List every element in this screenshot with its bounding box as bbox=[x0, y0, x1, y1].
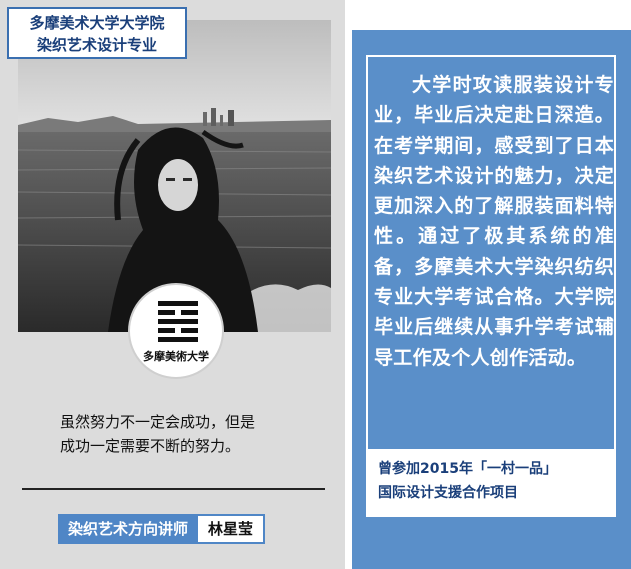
teacher-role: 染织艺术方向讲师 bbox=[58, 514, 199, 544]
project-box: 曾参加2015年「一村一品」 国际设计支援合作项目 bbox=[366, 449, 616, 517]
school-name: 多摩美术大学大学院 bbox=[29, 14, 165, 32]
quote-line-2: 成功一定需要不断的努力。 bbox=[60, 437, 241, 455]
major-name: 染织艺术设计专业 bbox=[36, 36, 157, 54]
teacher-name: 林星莹 bbox=[198, 514, 266, 544]
project-line-2: 国际设计支援合作项目 bbox=[378, 485, 518, 501]
motto-quote: 虽然努力不一定会成功，但是 成功一定需要不断的努力。 bbox=[60, 410, 320, 458]
divider-line bbox=[22, 488, 325, 490]
project-line-1: 曾参加2015年「一村一品」 bbox=[378, 461, 557, 477]
university-logo-badge: 多摩美術大学 bbox=[128, 283, 224, 379]
logo-text: 多摩美術大学 bbox=[143, 350, 209, 363]
left-panel: 多摩美术大学大学院 染织艺术设计专业 多摩美術大学 虽然努力不一定会成功，但是 … bbox=[0, 0, 345, 569]
tama-university-logo-icon bbox=[158, 301, 198, 342]
teacher-name-bar: 染织艺术方向讲师 林星莹 bbox=[58, 514, 266, 544]
quote-line-1: 虽然努力不一定会成功，但是 bbox=[60, 413, 256, 431]
bio-panel: 大学时攻读服装设计专业，毕业后决定赴日深造。在考学期间，感受到了日本染织艺术设计… bbox=[352, 30, 631, 569]
school-label-box: 多摩美术大学大学院 染织艺术设计专业 bbox=[7, 7, 187, 59]
bio-text: 大学时攻读服装设计专业，毕业后决定赴日深造。在考学期间，感受到了日本染织艺术设计… bbox=[374, 74, 614, 369]
